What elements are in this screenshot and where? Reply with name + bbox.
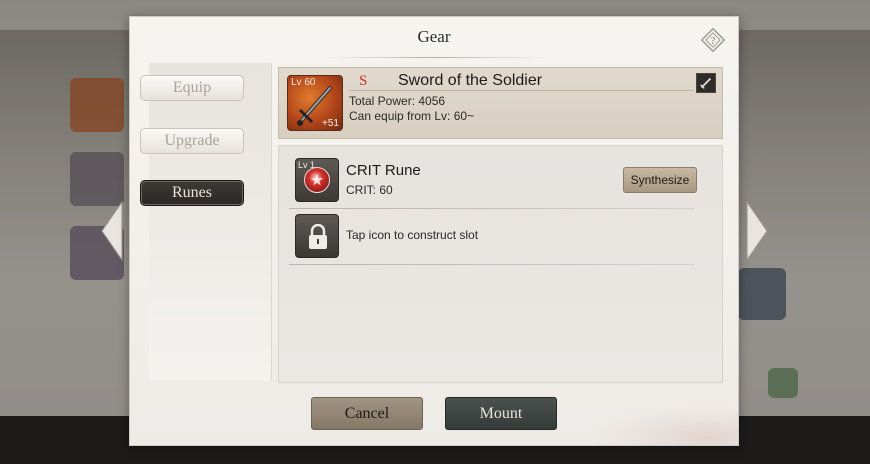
synthesize-button[interactable]: Synthesize	[623, 167, 697, 193]
rune-name: CRIT Rune	[346, 162, 421, 179]
dialog-title: Gear	[417, 27, 451, 46]
tab-upgrade[interactable]: Upgrade	[140, 128, 244, 154]
mount-button[interactable]: Mount	[445, 397, 557, 430]
cancel-button[interactable]: Cancel	[311, 397, 423, 430]
item-name: Sword of the Soldier	[398, 72, 543, 89]
item-equip-level: Can equip from Lv: 60~	[349, 109, 475, 123]
gear-dialog: Gear ? Equip Upgrade Runes Lv 60 +51 S S…	[129, 16, 739, 446]
star-burst-icon	[310, 173, 324, 186]
previous-arrow[interactable]	[100, 200, 124, 262]
row-divider	[289, 264, 694, 265]
help-icon: ?	[700, 27, 726, 53]
chevron-right-icon	[746, 200, 768, 262]
rune-level: Lv 1	[298, 160, 316, 170]
rune-slot[interactable]: Lv 1	[295, 158, 339, 202]
sword-equipped-icon	[700, 77, 712, 89]
construct-slot-button[interactable]	[295, 214, 339, 258]
item-level: Lv 60	[291, 77, 316, 88]
sword-item-icon[interactable]: Lv 60 +51	[287, 75, 343, 131]
locked-slot-hint: Tap icon to construct slot	[346, 228, 479, 242]
item-header: Lv 60 +51 S Sword of the Soldier Total P…	[278, 67, 723, 139]
tab-sidebar	[149, 63, 272, 381]
locked-slot-row: Tap icon to construct slot	[295, 214, 703, 262]
item-enhance-level: +51	[322, 118, 339, 129]
rune-stat: CRIT: 60	[346, 183, 393, 197]
item-rank: S	[359, 73, 368, 89]
title-divider	[325, 57, 545, 58]
chevron-left-icon	[101, 200, 123, 262]
crit-rune-icon	[304, 167, 330, 193]
decorative-smudge	[588, 405, 738, 445]
equipped-toggle[interactable]	[696, 73, 716, 93]
svg-text:?: ?	[711, 35, 716, 47]
next-arrow[interactable]	[745, 200, 769, 262]
lock-icon	[309, 224, 327, 249]
rune-panel: Lv 1 CRIT Rune CRIT: 60 Synthesize Tap i…	[278, 145, 723, 383]
tab-runes[interactable]: Runes	[140, 180, 244, 206]
item-divider	[349, 90, 694, 91]
help-button[interactable]: ?	[698, 25, 728, 55]
row-divider	[289, 208, 694, 209]
rune-row: Lv 1 CRIT Rune CRIT: 60 Synthesize	[295, 158, 703, 206]
item-total-power: Total Power: 4056	[349, 94, 446, 108]
tab-equip[interactable]: Equip	[140, 75, 244, 101]
